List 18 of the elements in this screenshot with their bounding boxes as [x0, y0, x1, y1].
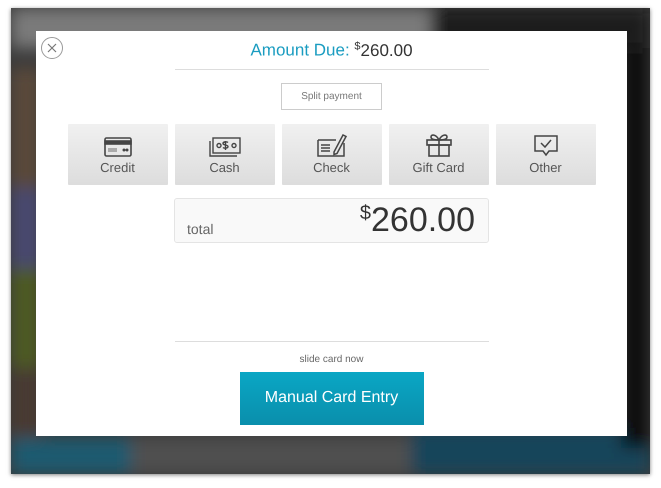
close-icon [47, 43, 57, 53]
message-check-icon [534, 134, 558, 157]
payment-method-button[interactable]: Credit [68, 124, 168, 185]
close-button[interactable] [41, 37, 63, 59]
payment-method-button[interactable]: Cash [174, 124, 274, 185]
manual-card-entry-button[interactable]: Manual Card Entry [240, 372, 424, 425]
gift-icon [426, 132, 452, 157]
check-pen-icon [316, 132, 346, 157]
payment-method-button[interactable]: Gift Card [388, 124, 488, 185]
payment-method-button[interactable]: Other [496, 124, 596, 185]
amount-due-title: Amount Due: $^{$}$260.00 [250, 40, 413, 61]
total-label: total [187, 220, 214, 237]
payment-method-button[interactable]: Check [282, 124, 382, 185]
slide-card-hint: slide card now [300, 354, 364, 365]
banknote-icon [208, 136, 240, 157]
split-payment-button[interactable]: Split payment [281, 82, 382, 110]
total-amount: $^{$}$260.00 [360, 202, 475, 237]
credit-card-icon [104, 136, 132, 157]
